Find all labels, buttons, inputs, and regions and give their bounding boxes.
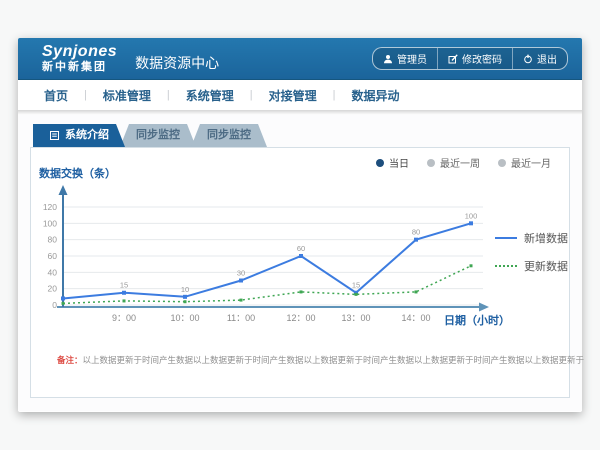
data-point-marker bbox=[355, 293, 358, 296]
y-axis-arrow-icon bbox=[59, 185, 68, 195]
series-legend: 新增数据更新数据 bbox=[495, 230, 568, 274]
edit-icon bbox=[448, 54, 458, 64]
y-tick-label: 80 bbox=[48, 235, 58, 245]
tab-label: 同步监控 bbox=[207, 124, 251, 147]
data-point-marker bbox=[415, 290, 418, 293]
user-menu-item-2[interactable]: 退出 bbox=[512, 48, 567, 69]
y-tick-label: 120 bbox=[43, 202, 57, 212]
page-title: 数据资源中心 bbox=[135, 53, 219, 73]
data-point-label: 60 bbox=[297, 244, 305, 253]
data-point-label: 100 bbox=[465, 211, 478, 220]
legend-line-sample bbox=[495, 237, 517, 239]
legend-label: 更新数据 bbox=[524, 258, 568, 274]
nav-item-0[interactable]: 首页 bbox=[44, 87, 68, 104]
nav-item-3[interactable]: 对接管理 bbox=[269, 87, 317, 104]
data-point-marker bbox=[469, 221, 473, 225]
legend-label: 新增数据 bbox=[524, 230, 568, 246]
content-area: 系统介绍同步监控同步监控 当日最近一周最近一月 0204060801001209… bbox=[18, 115, 582, 411]
y-tick-label: 20 bbox=[48, 284, 58, 294]
x-tick-label: 13：00 bbox=[341, 313, 370, 323]
data-point-label: 30 bbox=[237, 268, 245, 277]
data-point-marker bbox=[61, 296, 65, 300]
data-point-marker bbox=[123, 299, 126, 302]
nav-separator: | bbox=[250, 89, 253, 101]
data-point-marker bbox=[470, 264, 473, 267]
tab-2[interactable]: 同步监控 bbox=[191, 124, 267, 147]
user-menu-label: 修改密码 bbox=[462, 51, 502, 66]
tab-1[interactable]: 同步监控 bbox=[120, 124, 196, 147]
x-tick-label: 12：00 bbox=[286, 313, 315, 323]
user-menu-item-0[interactable]: 管理员 bbox=[373, 48, 437, 69]
x-tick-label: 11：00 bbox=[227, 313, 255, 323]
data-point-marker bbox=[240, 299, 243, 302]
data-point-marker bbox=[299, 254, 303, 258]
nav-separator: | bbox=[167, 89, 170, 101]
chart-panel: 当日最近一周最近一月 0204060801001209：0010：0011：00… bbox=[30, 147, 570, 398]
nav-item-4[interactable]: 数据异动 bbox=[352, 87, 400, 104]
data-point-marker bbox=[183, 295, 187, 299]
tab-bar: 系统介绍 同步监控 同步监控 bbox=[33, 124, 267, 147]
data-point-label: 15 bbox=[120, 281, 128, 290]
legend-line-sample bbox=[495, 265, 517, 267]
data-point-marker bbox=[184, 300, 187, 303]
footer-note-text: 以上数据更新于时间产生数据以上数据更新于时间产生数据以上数据更新于时间产生数据以… bbox=[83, 355, 585, 365]
nav-separator: | bbox=[84, 89, 87, 101]
nav-item-1[interactable]: 标准管理 bbox=[103, 87, 151, 104]
user-menu-label: 管理员 bbox=[397, 51, 427, 66]
app-window: Synjones 新中新集团 数据资源中心 管理员 修改密码 退出 首页 | 标准管理 |… bbox=[18, 38, 582, 412]
user-menu-item-1[interactable]: 修改密码 bbox=[437, 48, 512, 69]
user-menu: 管理员 修改密码 退出 bbox=[372, 47, 568, 70]
app-header: Synjones 新中新集团 数据资源中心 管理员 修改密码 退出 bbox=[18, 38, 582, 80]
x-tick-labels: 9：00 10：00 11：00 12：00 13：00 14：00 bbox=[112, 313, 431, 323]
user-menu-label: 退出 bbox=[537, 51, 557, 66]
brand-logo-text: Synjones bbox=[42, 44, 117, 60]
tab-label: 同步监控 bbox=[136, 124, 180, 147]
x-axis-title: 日期（小时） bbox=[444, 313, 510, 327]
brand-logo-subtext: 新中新集团 bbox=[42, 62, 117, 73]
data-point-marker bbox=[414, 238, 418, 242]
data-point-marker bbox=[122, 291, 126, 295]
nav-separator: | bbox=[333, 89, 336, 101]
legend-item-1: 更新数据 bbox=[495, 258, 568, 274]
data-point-marker bbox=[62, 302, 65, 305]
y-tick-label: 60 bbox=[48, 251, 58, 261]
x-tick-label: 14：00 bbox=[401, 313, 430, 323]
legend-item-0: 新增数据 bbox=[495, 230, 568, 246]
data-point-label: 10 bbox=[181, 285, 189, 294]
power-icon bbox=[523, 54, 533, 64]
exchange-line-chart: 0 20 40 60 80 100 120 9：00 10：00 11：00 12：00 13：00 1… bbox=[31, 166, 567, 334]
footer-note-prefix: 备注： bbox=[57, 355, 83, 365]
x-tick-label: 9：00 bbox=[112, 313, 136, 323]
y-tick-label: 100 bbox=[43, 218, 57, 228]
tab-label: 系统介绍 bbox=[65, 124, 109, 147]
user-icon bbox=[383, 54, 393, 64]
data-point-label: 80 bbox=[412, 228, 420, 237]
tab-0[interactable]: 系统介绍 bbox=[33, 124, 125, 147]
main-nav: 首页 | 标准管理 | 系统管理 | 对接管理 | 数据异动 bbox=[18, 80, 582, 110]
y-axis-title: 数据交换（条） bbox=[39, 166, 116, 180]
data-point-label: 15 bbox=[352, 281, 360, 290]
brand-logo: Synjones 新中新集团 bbox=[18, 44, 117, 73]
x-tick-label: 10：00 bbox=[170, 313, 199, 323]
y-tick-label: 40 bbox=[48, 267, 58, 277]
data-point-marker bbox=[300, 290, 303, 293]
form-icon bbox=[49, 130, 60, 141]
x-axis-arrow-icon bbox=[479, 303, 489, 312]
nav-item-2[interactable]: 系统管理 bbox=[186, 87, 234, 104]
data-point-marker bbox=[239, 278, 243, 282]
footer-note: 备注：以上数据更新于时间产生数据以上数据更新于时间产生数据以上数据更新于时间产生… bbox=[57, 354, 584, 366]
y-tick-label: 0 bbox=[52, 300, 57, 310]
